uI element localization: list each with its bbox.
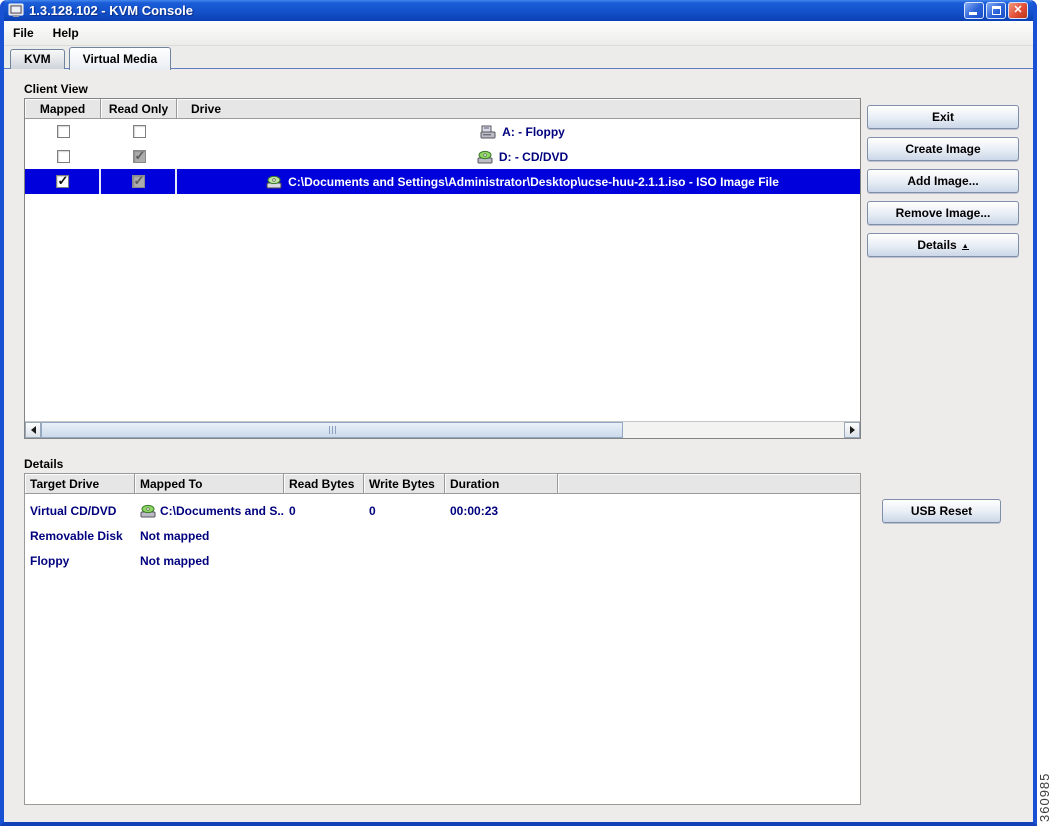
target-drive-cell: Floppy (30, 553, 70, 568)
grip-icon (331, 426, 333, 434)
titlebar[interactable]: 1.3.128.102 - KVM Console (4, 0, 1033, 21)
details-row-floppy[interactable]: Floppy Not mapped (25, 548, 860, 573)
mapped-checkbox[interactable] (56, 125, 70, 138)
read-only-checkbox[interactable] (131, 173, 145, 189)
window-title: 1.3.128.102 - KVM Console (29, 3, 194, 18)
maximize-button[interactable] (986, 2, 1006, 19)
menu-help[interactable]: Help (53, 26, 79, 40)
column-header-mapped[interactable]: Mapped (25, 99, 101, 119)
column-header-read-bytes[interactable]: Read Bytes (284, 474, 364, 494)
details-body: Virtual CD/DVD C:\Documents and S... 0 0… (25, 494, 860, 573)
column-header-target-drive[interactable]: Target Drive (25, 474, 135, 494)
figure-number: 360985 (1037, 772, 1052, 822)
menubar: File Help (4, 21, 1033, 46)
drive-label: A: - Floppy (502, 124, 565, 139)
mapped-to-path: C:\Documents and S... (160, 503, 284, 518)
tab-strip: KVM Virtual Media (4, 46, 1033, 70)
add-image-button[interactable]: Add Image... (867, 169, 1019, 193)
column-header-mapped-to[interactable]: Mapped To (135, 474, 284, 494)
cd-drive-icon (477, 150, 493, 164)
client-view-label: Client View (24, 82, 88, 96)
mapped-to-cell: Not mapped (140, 528, 210, 543)
client-view-empty-area (25, 194, 860, 421)
scroll-right-button[interactable] (844, 422, 860, 438)
right-arrow-icon (849, 426, 855, 434)
drive-row-cddvd[interactable]: D: - CD/DVD (25, 144, 860, 169)
client-view-header: Mapped Read Only Drive (25, 99, 860, 119)
mapped-to-cell: Not mapped (140, 553, 210, 568)
drive-label: C:\Documents and Settings\Administrator\… (288, 174, 779, 189)
column-header-read-only[interactable]: Read Only (101, 99, 177, 119)
cd-drive-icon (140, 504, 156, 518)
collapse-up-icon (961, 241, 969, 250)
target-drive-cell: Virtual CD/DVD (30, 503, 117, 518)
read-only-checkbox[interactable] (132, 125, 146, 138)
details-button-label: Details (917, 238, 957, 252)
iso-image-icon (266, 175, 282, 189)
exit-button[interactable]: Exit (867, 105, 1019, 129)
drive-row-iso-image[interactable]: C:\Documents and Settings\Administrator\… (25, 169, 860, 194)
usb-reset-button[interactable]: USB Reset (882, 499, 1001, 523)
mapped-to-cell: C:\Documents and S... (135, 503, 284, 518)
read-bytes-cell: 0 (289, 503, 296, 518)
tab-kvm[interactable]: KVM (10, 49, 65, 69)
details-row-virtual-cddvd[interactable]: Virtual CD/DVD C:\Documents and S... 0 0… (25, 498, 860, 523)
duration-cell: 00:00:23 (450, 503, 499, 518)
grip-icon (334, 426, 336, 434)
minimize-button[interactable] (964, 2, 984, 19)
drive-row-floppy[interactable]: A: - Floppy (25, 119, 860, 144)
horizontal-scrollbar[interactable] (25, 421, 860, 438)
grip-icon (328, 426, 330, 434)
details-panel: Target Drive Mapped To Read Bytes Write … (24, 473, 861, 805)
mapped-checkbox[interactable] (55, 173, 69, 189)
details-label: Details (24, 457, 64, 471)
remove-image-button[interactable]: Remove Image... (867, 201, 1019, 225)
mapped-checkbox[interactable] (56, 150, 70, 163)
details-header: Target Drive Mapped To Read Bytes Write … (25, 474, 860, 494)
details-toggle-button[interactable]: Details (867, 233, 1019, 257)
target-drive-cell: Removable Disk (30, 528, 123, 543)
monitor-icon (8, 3, 24, 17)
floppy-drive-icon (480, 125, 496, 139)
details-header-filler (558, 474, 860, 494)
details-row-removable-disk[interactable]: Removable Disk Not mapped (25, 523, 860, 548)
column-header-write-bytes[interactable]: Write Bytes (364, 474, 445, 494)
column-header-duration[interactable]: Duration (445, 474, 558, 494)
client-view-table: Mapped Read Only Drive A: - Floppy ✓ D: … (24, 98, 861, 439)
read-only-checkbox[interactable] (132, 148, 146, 164)
tab-virtual-media[interactable]: Virtual Media (68, 47, 172, 70)
drive-label: D: - CD/DVD (498, 149, 569, 164)
menu-file[interactable]: File (13, 26, 34, 40)
column-header-drive[interactable]: Drive (177, 99, 860, 119)
write-bytes-cell: 0 (369, 503, 376, 518)
scrollbar-track[interactable] (41, 422, 844, 438)
create-image-button[interactable]: Create Image (867, 137, 1019, 161)
left-arrow-icon (30, 426, 36, 434)
scroll-left-button[interactable] (25, 422, 41, 438)
scrollbar-thumb[interactable] (41, 422, 623, 438)
kvm-console-window: 1.3.128.102 - KVM Console File Help KVM … (0, 0, 1037, 826)
close-button[interactable] (1008, 2, 1028, 19)
